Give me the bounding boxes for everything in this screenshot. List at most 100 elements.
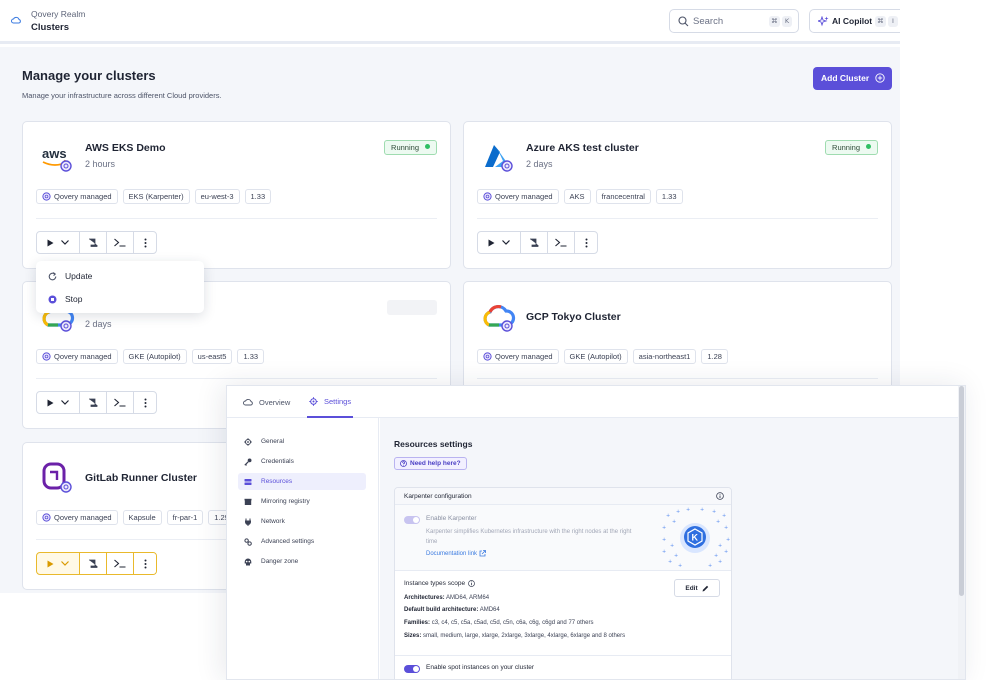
terminal-icon xyxy=(114,238,126,247)
svg-text:+: + xyxy=(676,509,680,515)
external-link-icon xyxy=(479,550,486,557)
gear-icon xyxy=(309,396,318,406)
more-options-button[interactable] xyxy=(134,553,156,574)
play-icon xyxy=(47,239,54,246)
cluster-name[interactable]: Azure AKS test cluster xyxy=(526,142,639,154)
breadcrumb-clusters[interactable]: Clusters xyxy=(31,22,69,33)
menu-item-label: Update xyxy=(65,271,93,281)
svg-text:+: + xyxy=(722,513,726,519)
scroll-icon xyxy=(530,238,539,247)
scrollbar-thumb[interactable] xyxy=(959,386,964,596)
need-help-label: Need help here? xyxy=(410,460,461,467)
status-badge: Running xyxy=(825,140,878,155)
families-value: c3, c4, c5, c5a, c5ad, c5d, c5n, c6a, c6… xyxy=(431,620,594,626)
menu-item-stop[interactable]: Stop xyxy=(48,292,83,306)
sidebar-item-credentials[interactable]: Credentials xyxy=(238,453,366,470)
gears-icon xyxy=(244,537,252,546)
qovery-icon xyxy=(483,192,492,201)
tag-region: asia-northeast1 xyxy=(632,349,697,364)
cluster-name[interactable]: GitLab Runner Cluster xyxy=(85,472,197,484)
logs-button[interactable] xyxy=(80,232,107,253)
documentation-link[interactable]: Documentation link xyxy=(426,550,486,557)
tag-label: Qovery managed xyxy=(54,352,112,361)
deploy-menu-button[interactable] xyxy=(37,392,80,413)
deploy-menu-button[interactable] xyxy=(478,232,521,253)
cluster-name[interactable]: AWS EKS Demo xyxy=(85,142,166,154)
sidebar-item-mirroring-registry[interactable]: Mirroring registry xyxy=(238,493,366,510)
tag-list: Qovery managed EKS (Karpenter) eu-west-3… xyxy=(36,189,272,204)
play-icon xyxy=(47,399,54,406)
tab-label: Settings xyxy=(324,396,352,406)
terminal-button[interactable] xyxy=(107,392,134,413)
menu-item-update[interactable]: Update xyxy=(48,269,92,283)
add-cluster-button[interactable]: Add Cluster xyxy=(813,67,892,90)
documentation-link-label: Documentation link xyxy=(426,550,478,557)
instance-types-scope-title: Instance types scope xyxy=(404,580,475,587)
edit-button[interactable]: Edit xyxy=(674,579,720,597)
svg-text:+: + xyxy=(666,513,670,519)
page-subtitle: Manage your infrastructure across differ… xyxy=(22,91,222,100)
tag-qovery-managed: Qovery managed xyxy=(36,349,118,364)
enable-karpenter-toggle[interactable] xyxy=(404,516,420,524)
deploy-menu-button[interactable] xyxy=(37,553,80,574)
tag-region: fr-par-1 xyxy=(166,510,204,525)
edit-label: Edit xyxy=(685,584,698,592)
tab-overview[interactable]: Overview xyxy=(243,386,290,418)
search-icon xyxy=(678,16,689,27)
spot-instances-toggle[interactable] xyxy=(404,665,420,673)
svg-text:+: + xyxy=(662,537,666,543)
need-help-button[interactable]: Need help here? xyxy=(394,457,467,470)
chevron-down-icon xyxy=(61,400,69,405)
architectures-row: Architectures: AMD64, ARM64 xyxy=(404,595,489,601)
cluster-card[interactable]: aws AWS EKS Demo 2 hours Running Qovery … xyxy=(22,121,451,269)
sidebar-item-danger-zone[interactable]: Danger zone xyxy=(238,553,366,570)
cluster-actions xyxy=(36,391,157,414)
karpenter-config-card: Karpenter configuration Enable Karpenter… xyxy=(394,487,732,679)
logs-button[interactable] xyxy=(80,553,107,574)
deploy-menu-button[interactable] xyxy=(37,232,80,253)
sidebar-item-general[interactable]: General xyxy=(238,433,366,450)
sidebar-item-advanced-settings[interactable]: Advanced settings xyxy=(238,533,366,550)
terminal-button[interactable] xyxy=(107,232,134,253)
logs-button[interactable] xyxy=(521,232,548,253)
search-button[interactable]: Search ⌘ K xyxy=(669,9,799,33)
svg-text:+: + xyxy=(714,553,718,559)
cloud-icon xyxy=(243,399,253,406)
cluster-card[interactable]: Azure AKS test cluster 2 days Running Qo… xyxy=(463,121,892,269)
scrollbar[interactable] xyxy=(958,386,965,679)
cluster-name[interactable]: GCP Tokyo Cluster xyxy=(526,311,621,323)
sidebar-item-resources[interactable]: Resources xyxy=(238,473,366,490)
terminal-icon xyxy=(114,398,126,407)
play-icon xyxy=(488,239,495,246)
more-options-button[interactable] xyxy=(134,232,156,253)
shortcut-i-key: I xyxy=(888,16,898,27)
svg-text:+: + xyxy=(668,559,672,565)
divider xyxy=(477,218,878,219)
add-cluster-label: Add Cluster xyxy=(821,73,870,83)
svg-text:+: + xyxy=(686,507,690,513)
more-options-button[interactable] xyxy=(134,392,156,413)
sizes-row: Sizes: small, medium, large, xlarge, 2xl… xyxy=(404,633,625,639)
logs-button[interactable] xyxy=(80,392,107,413)
status-placeholder xyxy=(387,300,437,315)
ai-copilot-button[interactable]: AI Copilot ⌘ I xyxy=(809,9,900,33)
breadcrumb-realm[interactable]: Qovery Realm xyxy=(31,9,85,19)
shortcut-k-key: K xyxy=(782,16,792,27)
sidebar-item-network[interactable]: Network xyxy=(238,513,366,530)
terminal-button[interactable] xyxy=(107,553,134,574)
info-icon[interactable] xyxy=(468,580,475,587)
svg-text:+: + xyxy=(718,543,722,549)
tag-qovery-managed: Qovery managed xyxy=(36,510,118,525)
svg-text:+: + xyxy=(724,525,728,531)
svg-text:+: + xyxy=(712,509,716,515)
default-build-row: Default build architecture: AMD64 xyxy=(404,607,500,613)
gcp-logo xyxy=(483,304,516,332)
terminal-button[interactable] xyxy=(548,232,575,253)
status-label: Running xyxy=(391,143,419,152)
cloud-icon xyxy=(11,16,21,24)
tab-settings[interactable]: Settings xyxy=(307,386,354,418)
more-options-button[interactable] xyxy=(575,232,597,253)
svg-text:K: K xyxy=(692,533,699,543)
info-icon[interactable] xyxy=(716,492,724,500)
chevron-down-icon xyxy=(61,561,69,566)
